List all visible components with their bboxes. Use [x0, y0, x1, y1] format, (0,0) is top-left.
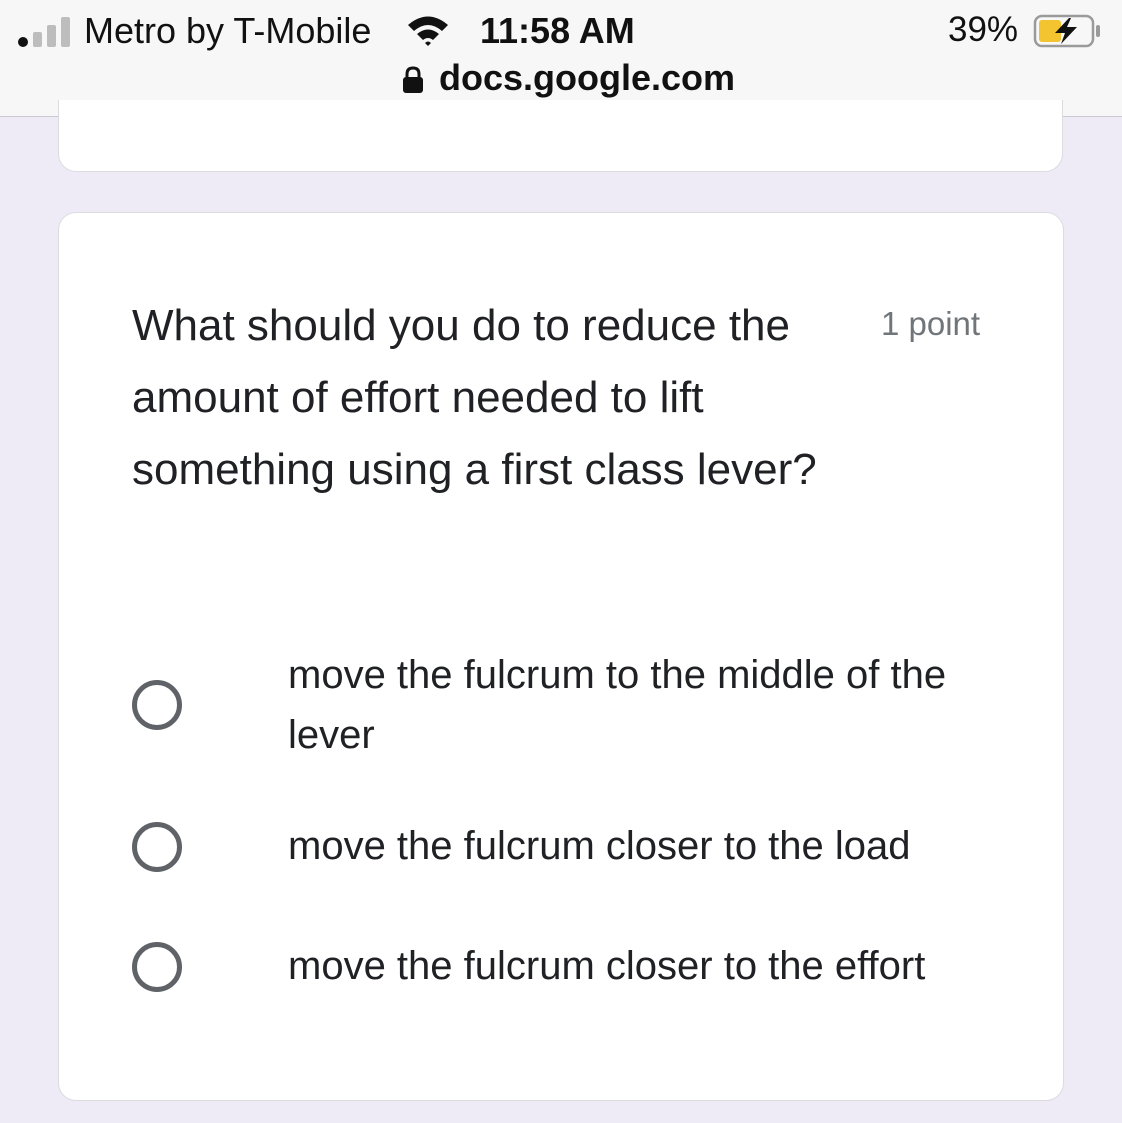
- question-title: What should you do to reduce the amount …: [132, 301, 817, 494]
- wifi-icon: [408, 16, 448, 46]
- question-card: What should you do to reduce the amount …: [58, 212, 1064, 1101]
- clock-time: 11:58 AM: [480, 10, 635, 51]
- radio-button-icon[interactable]: [132, 942, 182, 992]
- option-label[interactable]: move the fulcrum closer to the effort: [288, 936, 1028, 996]
- signal-icon: [18, 15, 72, 47]
- battery-charging-icon: [1033, 14, 1100, 48]
- option-label[interactable]: move the fulcrum to the middle of the le…: [288, 645, 1028, 765]
- lock-icon: [403, 66, 423, 93]
- battery-percent: 39%: [948, 10, 1019, 49]
- previous-question-card: [58, 100, 1063, 172]
- radio-button-icon[interactable]: [132, 822, 182, 872]
- carrier-name: Metro by T-Mobile: [84, 10, 372, 51]
- option-label[interactable]: move the fulcrum closer to the load: [288, 816, 1028, 876]
- address-bar-url[interactable]: docs.google.com: [439, 57, 735, 99]
- radio-button-icon[interactable]: [132, 680, 182, 730]
- points-label: 1 point: [881, 305, 981, 342]
